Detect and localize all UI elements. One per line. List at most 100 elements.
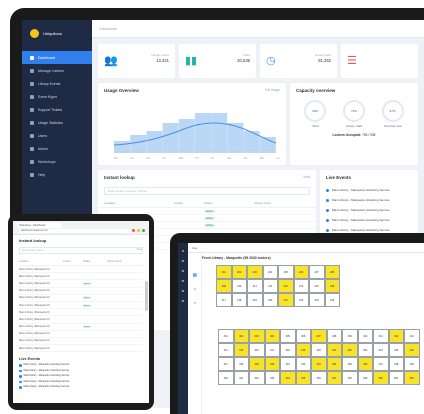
tablet-search-input[interactable]: Enter locker name	[19, 247, 143, 254]
tablet-view-link[interactable]: View	[136, 248, 142, 251]
locker-cell[interactable]: 323	[357, 343, 373, 357]
table-row[interactable]: Main Library (Marquette 8)	[19, 309, 143, 317]
locker-cell[interactable]: 325	[388, 343, 404, 357]
locker-cell[interactable]: 220	[262, 293, 278, 307]
locker-cell[interactable]: 212	[262, 279, 278, 293]
locker-cell[interactable]: 333	[311, 357, 327, 371]
event-item[interactable]: Main Library - Marquette Unlocking Servi…	[19, 380, 143, 384]
logo-icon[interactable]: ●	[181, 248, 186, 253]
locker-cell[interactable]: 207	[309, 265, 325, 279]
locker-cell[interactable]: 216	[324, 279, 340, 293]
bike-icon[interactable]: ⚲	[189, 287, 201, 295]
table-row[interactable]: Main Library (Marquette 8) Active	[19, 295, 143, 302]
locker-cell[interactable]: 210	[231, 279, 247, 293]
locker-cell[interactable]: 350	[373, 371, 389, 385]
locker-cell[interactable]: 332	[295, 357, 311, 371]
locker-cell[interactable]: 313	[404, 329, 420, 343]
locker-cell[interactable]: 329	[249, 357, 265, 371]
locker-cell[interactable]: 211	[247, 279, 263, 293]
locker-cell[interactable]: 315	[233, 343, 249, 357]
locker-cell[interactable]: 206	[293, 265, 309, 279]
event-item[interactable]: Main Library - Marquette Unlocking Servi…	[19, 385, 143, 389]
event-item[interactable]: Main Library - Marquette Unlocking Servi…	[19, 374, 143, 378]
settings-icon[interactable]: ■	[181, 298, 186, 303]
locker-cell[interactable]: 337	[373, 357, 389, 371]
sidebar-item[interactable]: Support Tickets	[22, 103, 92, 116]
event-item[interactable]: Main Library - Marquette Unlocking Servi…	[320, 205, 418, 215]
locker-cell[interactable]: 321	[326, 343, 342, 357]
locker-cell[interactable]: 336	[357, 357, 373, 371]
lookup-search-input[interactable]: Enter locker or locker number	[104, 187, 310, 195]
locker-icon[interactable]: ■	[181, 268, 186, 273]
locker-cell[interactable]: 205	[278, 265, 294, 279]
locker-cell[interactable]: 202	[231, 265, 247, 279]
locker-cell[interactable]: 223	[309, 293, 325, 307]
table-row[interactable]: Main Library (Marquette 8)	[19, 288, 143, 295]
locker-cell[interactable]: 320	[311, 343, 327, 357]
locker-cell[interactable]: 215	[309, 279, 325, 293]
locker-cell[interactable]: 301	[218, 329, 234, 343]
scrollbar[interactable]	[145, 281, 148, 311]
locker-cell[interactable]: 222	[293, 293, 309, 307]
locker-cell[interactable]: 343	[264, 371, 280, 385]
locker-cell[interactable]: 303	[249, 329, 265, 343]
locker-cell[interactable]: 345	[295, 371, 311, 385]
lookup-view-link[interactable]: View	[303, 175, 310, 179]
locker-cell[interactable]: 314	[218, 343, 234, 357]
locker-cell[interactable]: 311	[373, 329, 389, 343]
calendar-icon[interactable]: ■	[181, 278, 186, 283]
locker-cell[interactable]: 349	[357, 371, 373, 385]
locker-cell[interactable]: 339	[404, 357, 420, 371]
chart-icon[interactable]: ■	[181, 288, 186, 293]
event-item[interactable]: Main Library - Marquette Unlocking Servi…	[320, 195, 418, 205]
table-row[interactable]: Main Library (Marquette 8) Active	[19, 324, 143, 331]
locker-cell[interactable]: 203	[247, 265, 263, 279]
locker-cell[interactable]: 213	[278, 279, 294, 293]
event-item[interactable]: Main Library - Marquette Unlocking Servi…	[320, 215, 418, 225]
locker-cell[interactable]: 317	[264, 343, 280, 357]
table-row[interactable]: Main Library (Marquette 8)	[19, 273, 143, 281]
locker-cell[interactable]: 348	[342, 371, 358, 385]
sidebar-item[interactable]: Users	[22, 129, 92, 142]
locker-cell[interactable]: 304	[264, 329, 280, 343]
locker-cell[interactable]: 341	[233, 371, 249, 385]
table-row[interactable]: Main Library (Marquette 8)	[19, 266, 143, 274]
event-item[interactable]: Main Library - Marquette Unlocking Servi…	[19, 369, 143, 373]
locker-cell[interactable]: 322	[342, 343, 358, 357]
locker-cell[interactable]: 340	[218, 371, 234, 385]
table-row[interactable]: Main Library (Marquette 8) Active	[19, 302, 143, 310]
locker-cell[interactable]: 330	[264, 357, 280, 371]
minimize-icon[interactable]	[137, 229, 140, 232]
address-bar[interactable]: dashboard.ubiquitous.com	[19, 229, 131, 233]
sidebar-item[interactable]: Library Events	[22, 77, 92, 90]
locker-cell[interactable]: 307	[311, 329, 327, 343]
accessibility-icon[interactable]: ♿	[189, 273, 201, 281]
sidebar-item[interactable]: Admin	[22, 142, 92, 155]
home-icon[interactable]: ■	[181, 258, 186, 263]
locker-cell[interactable]: 328	[233, 357, 249, 371]
locker-cell[interactable]: 217	[216, 293, 232, 307]
locker-cell[interactable]: 326	[404, 343, 420, 357]
sidebar-item[interactable]: Usage Statistics	[22, 116, 92, 129]
event-item[interactable]: Main Library - Marquette Unlocking Servi…	[19, 363, 143, 367]
locker-cell[interactable]: 352	[404, 371, 420, 385]
locker-cell[interactable]: 334	[326, 357, 342, 371]
sidebar-item[interactable]: Event Mgmt	[22, 90, 92, 103]
locker-cell[interactable]: 204	[262, 265, 278, 279]
table-row[interactable]: Main Library (Marquette 8) Active	[19, 280, 143, 288]
brand[interactable]: Ubiquitous	[22, 20, 92, 47]
locker-cell[interactable]: 324	[373, 343, 389, 357]
locker-cell[interactable]: 219	[247, 293, 263, 307]
locker-cell[interactable]: 327	[218, 357, 234, 371]
sidebar-item[interactable]: Help	[22, 168, 92, 181]
locker-cell[interactable]: 208	[324, 265, 340, 279]
maximize-icon[interactable]	[142, 229, 145, 232]
locker-cell[interactable]: 309	[342, 329, 358, 343]
locker-cell[interactable]: 331	[280, 357, 296, 371]
locker-cell[interactable]: 347	[326, 371, 342, 385]
table-row[interactable]: Main Library (Marquette 8)	[19, 345, 143, 353]
locker-cell[interactable]: 306	[295, 329, 311, 343]
locker-cell[interactable]: 346	[311, 371, 327, 385]
locker-cell[interactable]: 316	[249, 343, 265, 357]
table-row[interactable]: Main Library (Marquette 8)	[19, 316, 143, 324]
